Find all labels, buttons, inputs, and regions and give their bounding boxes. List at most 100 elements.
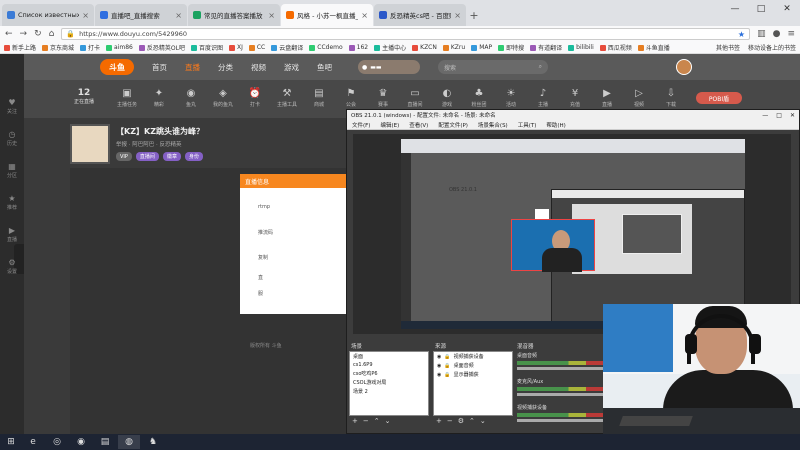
close-icon[interactable]: × [268,11,275,20]
volume-slider[interactable] [517,367,603,370]
room-tag[interactable]: 直播间 [135,152,159,161]
maximize-icon[interactable]: □ [748,0,774,18]
address-bar[interactable]: 🔒 https://www.douyu.com/5429960 ★ [61,28,751,40]
nav-home[interactable]: 首页 [152,62,167,73]
bookmark-item[interactable]: 百度识图 [190,43,223,52]
toolbar-item[interactable]: ▣ 主播任务 [110,88,144,108]
back-icon[interactable]: ← [5,29,13,39]
browser-tab[interactable]: Список известных мне игр × [2,4,94,26]
search-icon[interactable]: ⌕ [539,63,542,71]
eye-icon[interactable]: ◉ [437,372,441,378]
toolbar-item[interactable]: ▤ 商城 [302,88,336,108]
move-up-icon[interactable]: ⌃ [374,417,380,425]
bookmark-item[interactable]: 主播中心 [374,43,406,52]
maximize-icon[interactable]: □ [776,112,782,119]
ie-icon[interactable]: e [22,435,44,449]
remove-icon[interactable]: − [447,417,453,425]
browser-tab[interactable]: 常见的直播答案播放 - 直播单页面 × [188,4,280,26]
close-icon[interactable]: × [82,11,89,20]
obs-menu-item[interactable]: 文件(F) [352,121,370,129]
bookmark-folder[interactable]: 移动设备上的书签 [748,43,796,52]
browser-tab[interactable]: 直播吧_直播搜索 × [95,4,187,26]
bookmark-item[interactable]: 有道翻译 [530,43,562,52]
toolbar-item[interactable]: ♪ 主播 [526,88,560,108]
minimize-icon[interactable]: — [722,0,748,18]
nav-live[interactable]: 直播 [185,62,200,73]
sidebar-item[interactable]: ▦ 分区 [2,162,22,179]
steam-icon[interactable]: ◎ [46,435,68,449]
bookmark-item[interactable]: 162 [348,44,368,51]
volume-slider[interactable] [517,393,603,396]
add-icon[interactable]: + [436,417,442,425]
obs-menu-item[interactable]: 工具(T) [518,121,537,129]
sidebar-item[interactable]: ★ 推荐 [2,194,22,211]
volume-slider[interactable] [517,419,603,422]
forward-icon[interactable]: → [20,29,28,39]
bookmark-item[interactable]: XJ [228,44,243,51]
obs-menu-item[interactable]: 编辑(E) [380,121,399,129]
bookmark-star-icon[interactable]: ★ [738,30,745,39]
bookmark-item[interactable]: 西瓜视频 [599,43,632,52]
menu-icon[interactable]: ≡ [787,29,795,39]
bookmark-item[interactable]: 新手上路 [4,43,36,52]
toolbar-item[interactable]: ▷ 视频 [622,88,656,108]
bookmark-item[interactable]: bilibili [568,44,594,51]
toolbar-item[interactable]: ♛ 赛事 [366,88,400,108]
nav-game[interactable]: 游戏 [284,62,299,73]
user-avatar[interactable] [676,59,692,75]
nav-fishbar[interactable]: 鱼吧 [317,62,332,73]
popup-line[interactable]: 复制 [258,254,268,261]
browser-tab[interactable]: 反恐精英cs吧 - 百度贴吧 - 本吧 × [374,4,466,26]
sidebar-item[interactable]: ⚙ 设置 [2,258,22,275]
move-down-icon[interactable]: ⌄ [480,417,486,425]
nav-category[interactable]: 分类 [218,62,233,73]
promo-badge[interactable]: ● ▬▬ [358,60,420,74]
scene-item[interactable]: cs1.6P9 [350,361,428,369]
account-icon[interactable]: ● [773,29,781,39]
bookmark-folder[interactable]: 其他书签 [716,43,740,52]
sidebar-item[interactable]: ◷ 历史 [2,130,22,147]
obs-menu-item[interactable]: 查看(V) [409,121,428,129]
bookmark-item[interactable]: 反恐精英OL吧 [138,43,185,52]
eye-icon[interactable]: ◉ [437,363,441,369]
close-window-icon[interactable]: ✕ [774,0,800,18]
toolbar-item[interactable]: ☀ 活动 [494,88,528,108]
toolbar-item[interactable]: ⚑ 公会 [334,88,368,108]
toolbar-item[interactable]: ◉ 鱼丸 [174,88,208,108]
toolbar-item[interactable]: ▭ 直播间 [398,88,432,108]
settings-icon[interactable]: ⚙ [458,417,464,425]
toolbar-item[interactable]: ▶ 直播 [590,88,624,108]
search-input[interactable]: 搜索 ⌕ [438,60,548,74]
add-icon[interactable]: + [352,417,358,425]
bookmark-item[interactable]: MAP [471,44,492,51]
bookmark-item[interactable]: 即特搜 [498,43,524,52]
toolbar-item[interactable]: ⚒ 主播工具 [270,88,304,108]
home-icon[interactable]: ⌂ [49,29,55,39]
bookmark-item[interactable]: KZCN [412,44,437,51]
close-icon[interactable]: × [175,11,182,20]
bookmark-item[interactable]: 打卡 [80,43,100,52]
source-item[interactable]: ◉ 🔒 视频捕获设备 [434,352,512,361]
toolbar-item[interactable]: ♣ 粉丝团 [462,88,496,108]
lock-icon[interactable]: 🔒 [444,372,450,378]
obs-menu-item[interactable]: 帮助(H) [546,121,565,129]
new-tab-button[interactable]: + [467,4,481,26]
library-icon[interactable]: ▥ [757,29,766,39]
obs-icon[interactable]: ◍ [118,435,140,449]
lock-icon[interactable]: 🔒 [444,363,450,369]
reload-icon[interactable]: ↻ [34,29,42,39]
toolbar-item[interactable]: ✦ 精彩 [142,88,176,108]
remove-icon[interactable]: − [363,417,369,425]
room-tag[interactable]: VIP [116,152,132,161]
bookmark-item[interactable]: aim86 [106,44,133,51]
scene-item[interactable]: cso吃鸡P6 [350,369,428,378]
browser-tab-active[interactable]: 风格 - 小苏一枫直播_反恐精英 × [281,4,373,26]
toolbar-item[interactable]: ◈ 我的鱼丸 [206,88,240,108]
eye-icon[interactable]: ◉ [437,354,441,360]
bookmark-item[interactable]: 云盘翻译 [271,43,303,52]
nav-video[interactable]: 视频 [251,62,266,73]
scene-item[interactable]: 场景 2 [350,387,428,396]
toolbar-item[interactable]: ⇩ 下载 [654,88,688,108]
anchor-avatar[interactable] [70,124,110,164]
pobi-button[interactable]: POBI盾 [696,92,742,104]
